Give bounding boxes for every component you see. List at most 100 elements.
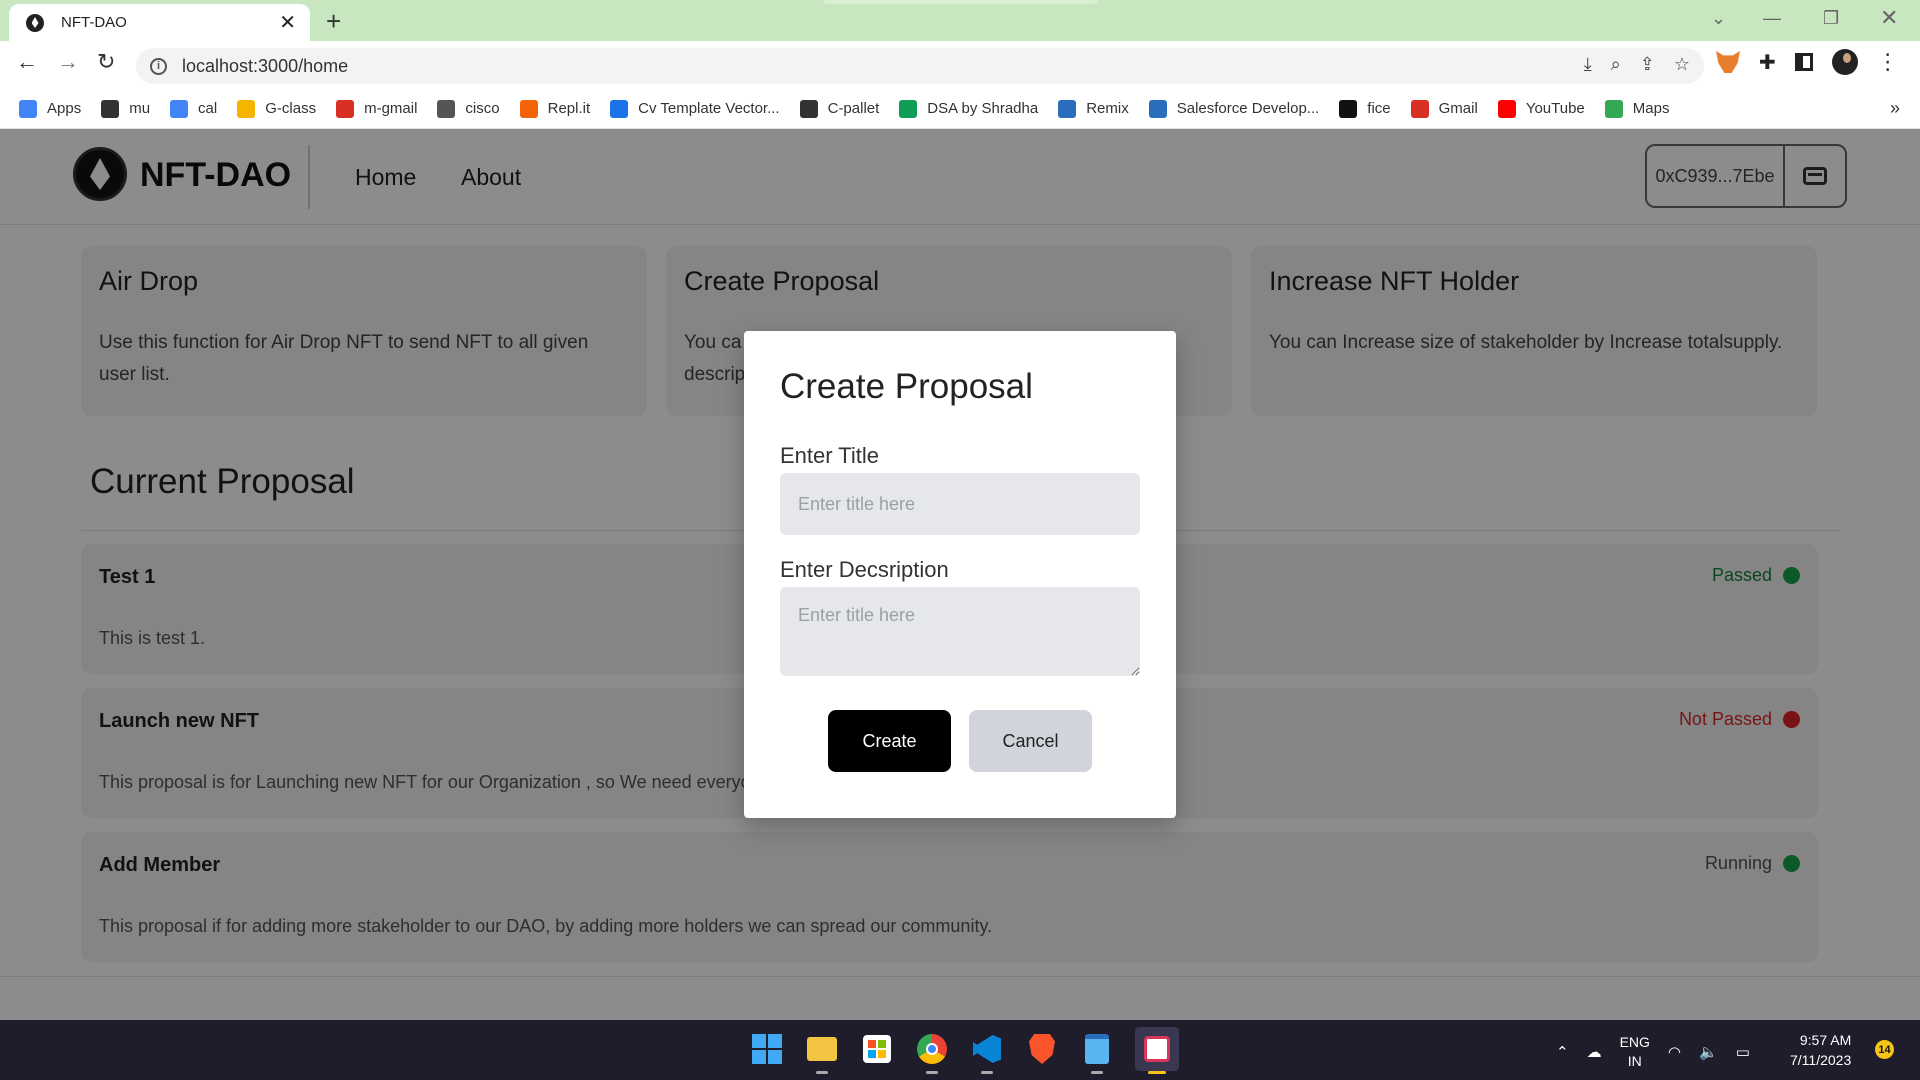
web-page: NFT-DAO Home About 0xC939...7Ebe Air Dro… [0,129,1920,1020]
sheets-icon [899,99,918,118]
cisco-icon [437,99,456,118]
profile-avatar[interactable] [1831,49,1858,75]
wifi-icon[interactable]: ◠ [1668,1043,1681,1061]
bookmark-label: fice [1367,100,1391,117]
bookmark-item[interactable]: Maps [1604,99,1670,118]
metamask-extension-icon[interactable] [1716,51,1740,73]
browser-tab[interactable]: NFT-DAO ✕ [9,4,310,41]
bookmark-label: cal [198,100,218,117]
create-button[interactable]: Create [828,710,951,772]
bookmark-label: Apps [47,100,82,117]
bookmark-item[interactable]: m-gmail [336,99,418,118]
show-hidden-icons-icon[interactable]: ⌃ [1556,1043,1569,1061]
bookmark-label: C-pallet [827,100,880,117]
windows-start-icon[interactable] [750,1032,784,1066]
file-explorer-icon[interactable] [805,1032,839,1074]
bookmark-item[interactable]: cisco [437,99,500,118]
taskbar-apps [750,1027,1179,1074]
chrome-icon[interactable] [915,1032,949,1074]
window-drag-grip[interactable] [823,0,1098,4]
minimize-icon[interactable]: — [1763,8,1781,29]
bookmark-label: Remix [1086,100,1129,117]
clock-time: 9:57 AM [1799,1032,1852,1048]
globe-icon [101,99,120,118]
url-text[interactable]: localhost:3000/home [182,56,348,77]
youtube-icon [1497,99,1516,118]
title-field-label: Enter Title [780,443,880,468]
reload-icon[interactable]: ↻ [97,51,115,73]
bookmark-item[interactable]: YouTube [1497,99,1585,118]
gmail-icon [336,99,355,118]
bookmark-label: YouTube [1525,100,1585,117]
remix-icon [1058,99,1077,118]
description-input[interactable] [780,587,1140,676]
ethereum-favicon-icon [26,13,44,32]
install-app-icon[interactable]: ⤓ [1584,54,1592,75]
tab-search-chevron-icon[interactable]: ⌄ [1711,8,1726,29]
title-input[interactable] [780,473,1140,535]
bookmark-label: Repl.it [547,100,591,117]
bookmarks-bar: Apps mu cal G-class m-gmail cisco Repl.it Cv Te… [0,89,1920,129]
new-tab-icon[interactable]: + [326,8,341,34]
google-icon [170,99,189,118]
input-language[interactable]: ENG IN [1620,1033,1650,1071]
address-bar[interactable]: i localhost:3000/home ⤓ ⌕ ⇪ ☆ [136,48,1704,84]
share-icon[interactable]: ⇪ [1640,54,1655,75]
bookmark-item[interactable]: cal [170,99,218,118]
store-icon[interactable] [860,1032,894,1066]
window-close-icon[interactable]: ✕ [1880,5,1898,31]
replit-icon [519,99,538,118]
bookmark-item[interactable]: DSA by Shradha [899,99,1039,118]
extensions-puzzle-icon[interactable]: ✚ [1759,50,1776,75]
notification-badge[interactable]: 14 [1875,1040,1894,1059]
cancel-button[interactable]: Cancel [969,710,1092,772]
forward-arrow-icon[interactable]: → [57,51,79,73]
taskbar-clock[interactable]: 9:57 AM 7/11/2023 [1790,1030,1851,1070]
bookmark-item[interactable]: C-pallet [799,99,880,118]
notepad-icon[interactable] [1080,1032,1114,1074]
bookmark-label: Maps [1632,100,1670,117]
battery-icon[interactable]: ▭ [1736,1043,1750,1061]
bookmark-item[interactable]: Cv Template Vector... [610,99,780,118]
maximize-icon[interactable]: ❐ [1823,8,1839,29]
onedrive-offline-icon[interactable]: ☁ [1587,1043,1602,1061]
bookmark-item[interactable]: Apps [19,99,82,118]
bookmark-star-icon[interactable]: ☆ [1674,54,1690,75]
modal-actions: Create Cancel [780,710,1140,772]
bookmark-label: mu [129,100,151,117]
volume-icon[interactable]: 🔈 [1699,1043,1718,1061]
snipping-tool-icon[interactable] [1135,1027,1179,1074]
bookmark-item[interactable]: mu [101,99,151,118]
bookmark-item[interactable]: Repl.it [519,99,591,118]
more-bookmarks-icon[interactable]: » [1890,98,1900,119]
language-code: ENG [1619,1034,1650,1050]
side-panel-icon[interactable] [1794,53,1813,71]
system-tray: ⌃ ☁ ENG IN ◠ 🔈 ▭ [1556,1033,1750,1071]
medium-icon [1339,99,1358,118]
browser-menu-icon[interactable]: ⋮ [1877,49,1899,75]
bookmark-item[interactable]: Gmail [1410,99,1478,118]
bookmark-item[interactable]: G-class [237,99,316,118]
site-info-icon[interactable]: i [150,57,167,75]
bookmark-label: Gmail [1438,100,1478,117]
apps-grid-icon [19,99,37,118]
browser-tabstrip: NFT-DAO ✕ + ⌄ — ❐ ✕ [0,0,1920,41]
back-arrow-icon[interactable]: ← [16,51,38,73]
gmail-icon [1410,99,1429,118]
close-tab-icon[interactable]: ✕ [279,13,296,33]
bookmark-label: DSA by Shradha [927,100,1039,117]
vscode-icon[interactable] [970,1032,1004,1074]
maps-icon [1604,99,1623,118]
windows-taskbar: ⌃ ☁ ENG IN ◠ 🔈 ▭ 9:57 AM 7/11/2023 14 [0,1020,1920,1080]
description-field-label: Enter Decsription [780,557,949,582]
bookmark-item[interactable]: Salesforce Develop... [1148,99,1319,118]
zoom-icon[interactable]: ⌕ [1611,54,1621,75]
bookmark-label: m-gmail [364,100,418,117]
tab-title: NFT-DAO [61,14,127,31]
bookmark-label: Cv Template Vector... [638,100,780,117]
bookmark-item[interactable]: fice [1339,99,1391,118]
clock-date: 7/11/2023 [1790,1052,1852,1068]
brave-icon[interactable] [1025,1032,1059,1066]
modal-title: Create Proposal [780,367,1033,406]
bookmark-item[interactable]: Remix [1058,99,1129,118]
